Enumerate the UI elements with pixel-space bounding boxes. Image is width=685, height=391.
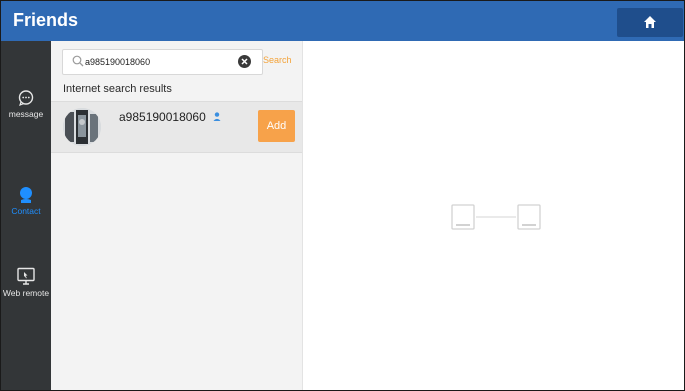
- contact-icon: [20, 187, 32, 203]
- contact-panel: Search Internet search results a98519001…: [51, 41, 303, 390]
- list-item[interactable]: a985190018060 Add: [51, 101, 302, 153]
- title-bar: Friends: [1, 1, 684, 41]
- user-icon: [213, 112, 221, 121]
- search-input[interactable]: [85, 53, 235, 70]
- sidebar-item-label: Web remote: [2, 288, 50, 298]
- clear-search-button[interactable]: [238, 55, 251, 68]
- search-box: [62, 49, 263, 75]
- app-window: Friends message Contact Web remote a9851…: [0, 0, 685, 391]
- home-icon: [644, 16, 656, 28]
- sidebar-item-contact[interactable]: Contact: [1, 186, 51, 216]
- add-friend-button[interactable]: Add: [258, 110, 295, 142]
- device-link-placeholder-icon: [451, 204, 541, 230]
- friend-username: a985190018060: [119, 110, 206, 124]
- web-remote-icon: [17, 267, 35, 285]
- sidebar-item-message[interactable]: message: [1, 89, 51, 119]
- page-title: Friends: [13, 10, 79, 30]
- home-button[interactable]: [617, 8, 683, 37]
- close-icon: [241, 58, 248, 65]
- sidebar: message Contact Web remote: [1, 41, 51, 390]
- search-button[interactable]: Search: [263, 55, 292, 65]
- results-section-label: Internet search results: [63, 83, 172, 95]
- sidebar-item-label: Contact: [11, 206, 41, 216]
- chat-bubble-icon: [18, 90, 34, 107]
- avatar: [63, 108, 101, 146]
- sidebar-item-label: message: [8, 109, 44, 119]
- sidebar-item-web-remote[interactable]: Web remote: [1, 267, 51, 298]
- search-icon: [72, 55, 84, 67]
